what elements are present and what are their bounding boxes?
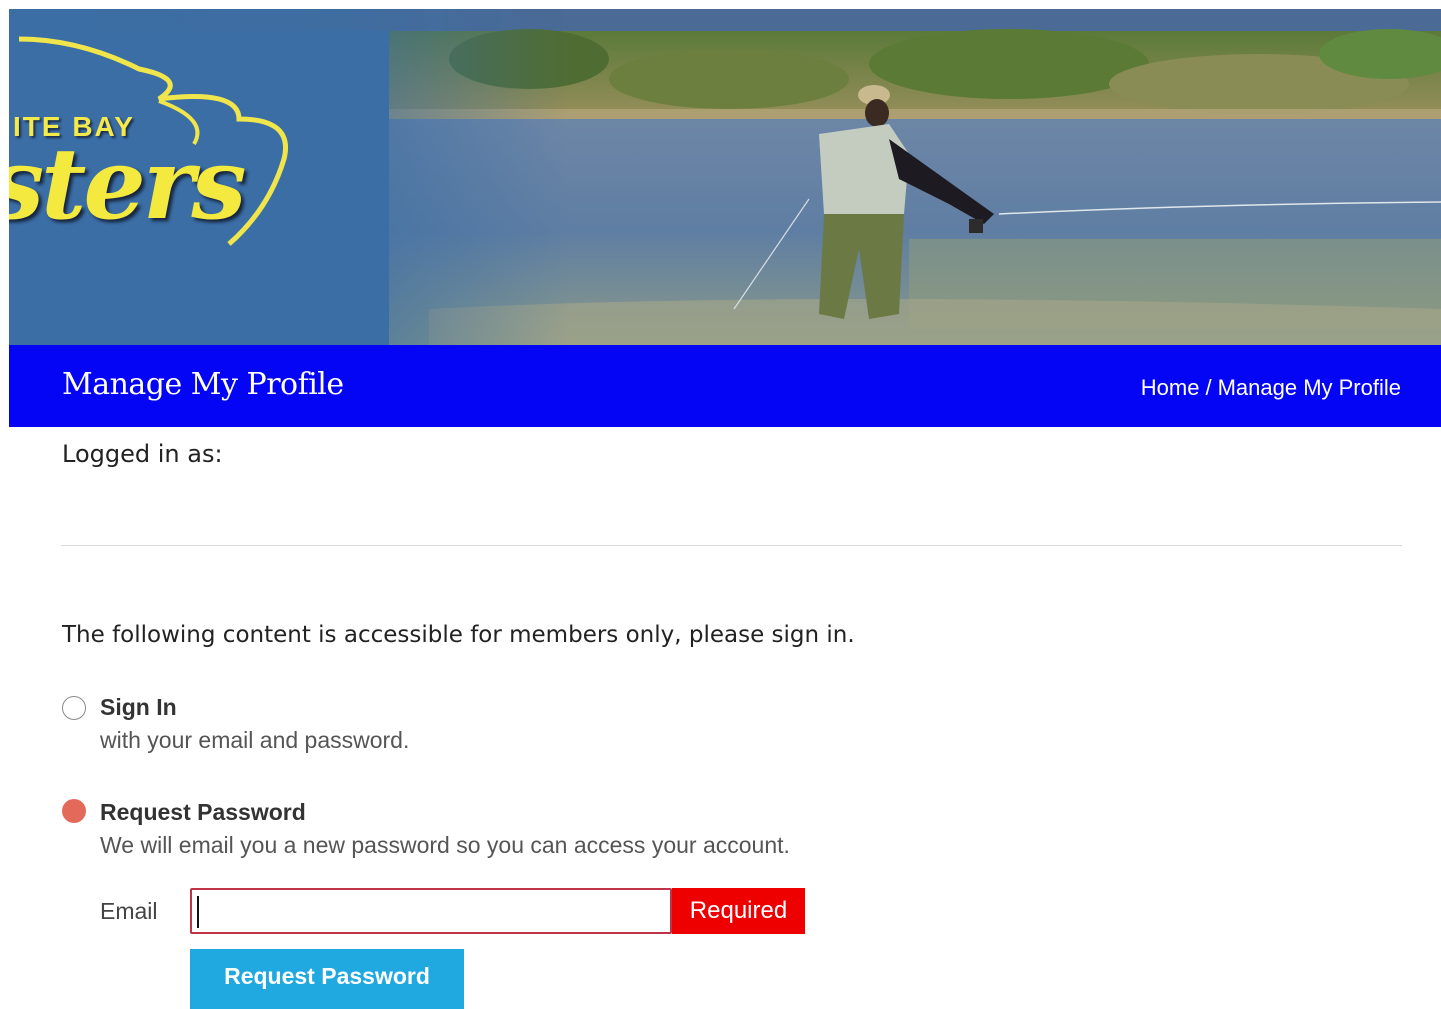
section-divider: [61, 545, 1402, 546]
page-top-margin: [0, 0, 1441, 9]
logo-text-large: sters: [9, 127, 247, 242]
page-title: Manage My Profile: [62, 367, 344, 402]
text-caret: [197, 896, 199, 928]
header-banner: ITE BAY sters: [9, 9, 1441, 345]
required-badge: Required: [672, 888, 805, 934]
logged-in-label: Logged in as:: [62, 440, 223, 468]
breadcrumb-separator: /: [1205, 375, 1212, 400]
breadcrumb-current: Manage My Profile: [1217, 375, 1401, 400]
breadcrumb: Home / Manage My Profile: [1141, 375, 1401, 401]
email-field[interactable]: [190, 888, 672, 934]
breadcrumb-home-link[interactable]: Home: [1141, 375, 1200, 400]
sign-in-option-title[interactable]: Sign In: [100, 694, 177, 721]
request-password-option-title[interactable]: Request Password: [100, 799, 306, 826]
request-password-button[interactable]: Request Password: [190, 949, 464, 1009]
sign-in-radio[interactable]: [62, 696, 86, 720]
request-password-option-description: We will email you a new password so you …: [100, 832, 790, 858]
request-password-radio[interactable]: [62, 799, 86, 823]
email-label: Email: [100, 898, 158, 924]
members-only-message: The following content is accessible for …: [62, 622, 855, 648]
page-title-bar: Manage My Profile Home / Manage My Profile: [9, 345, 1441, 427]
club-logo[interactable]: ITE BAY sters: [9, 9, 329, 345]
sign-in-option-description: with your email and password.: [100, 727, 410, 753]
